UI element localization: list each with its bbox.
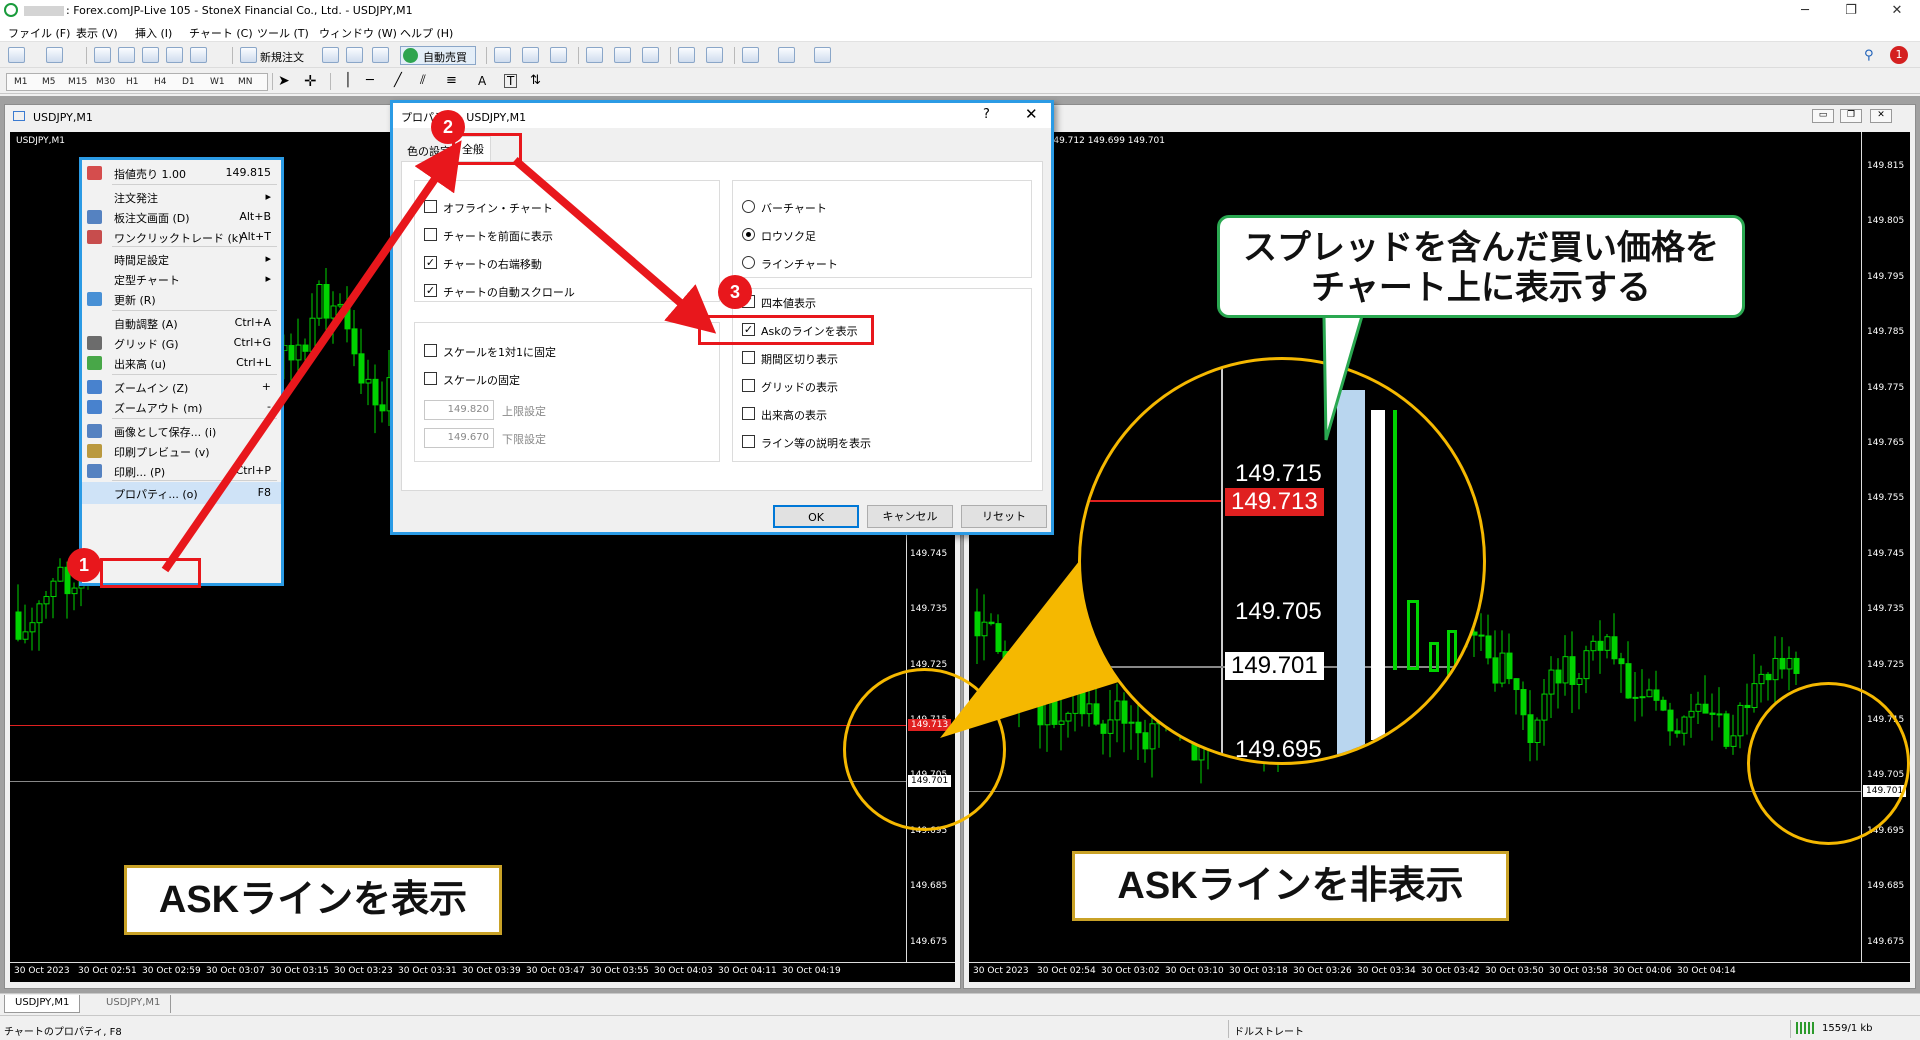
step-3-marker: 3 [718, 275, 752, 309]
step-arrows [161, 140, 717, 573]
status-profile: ドルストレート [1234, 1027, 1304, 1038]
step-1-marker: 1 [67, 548, 101, 582]
status-bar: チャートのプロパティ, F8 ドルストレート 1559/1 kb [0, 1015, 1920, 1040]
chart-tab-bar: USDJPY,M1 USDJPY,M1 [0, 993, 1920, 1013]
arrow-step2-to-step3 [512, 156, 717, 334]
arrow-step1-to-step2 [161, 140, 462, 573]
status-traffic: 1559/1 kb [1822, 1023, 1873, 1034]
status-hint: チャートのプロパティ, F8 [4, 1027, 122, 1038]
status-divider [1228, 1020, 1229, 1038]
step-2-marker: 2 [431, 110, 465, 144]
connection-icon [1796, 1022, 1816, 1034]
status-divider [1790, 1020, 1791, 1038]
tab-usdjpy-1[interactable]: USDJPY,M1 [4, 995, 81, 1013]
tab-usdjpy-2[interactable]: USDJPY,M1 [96, 995, 172, 1013]
